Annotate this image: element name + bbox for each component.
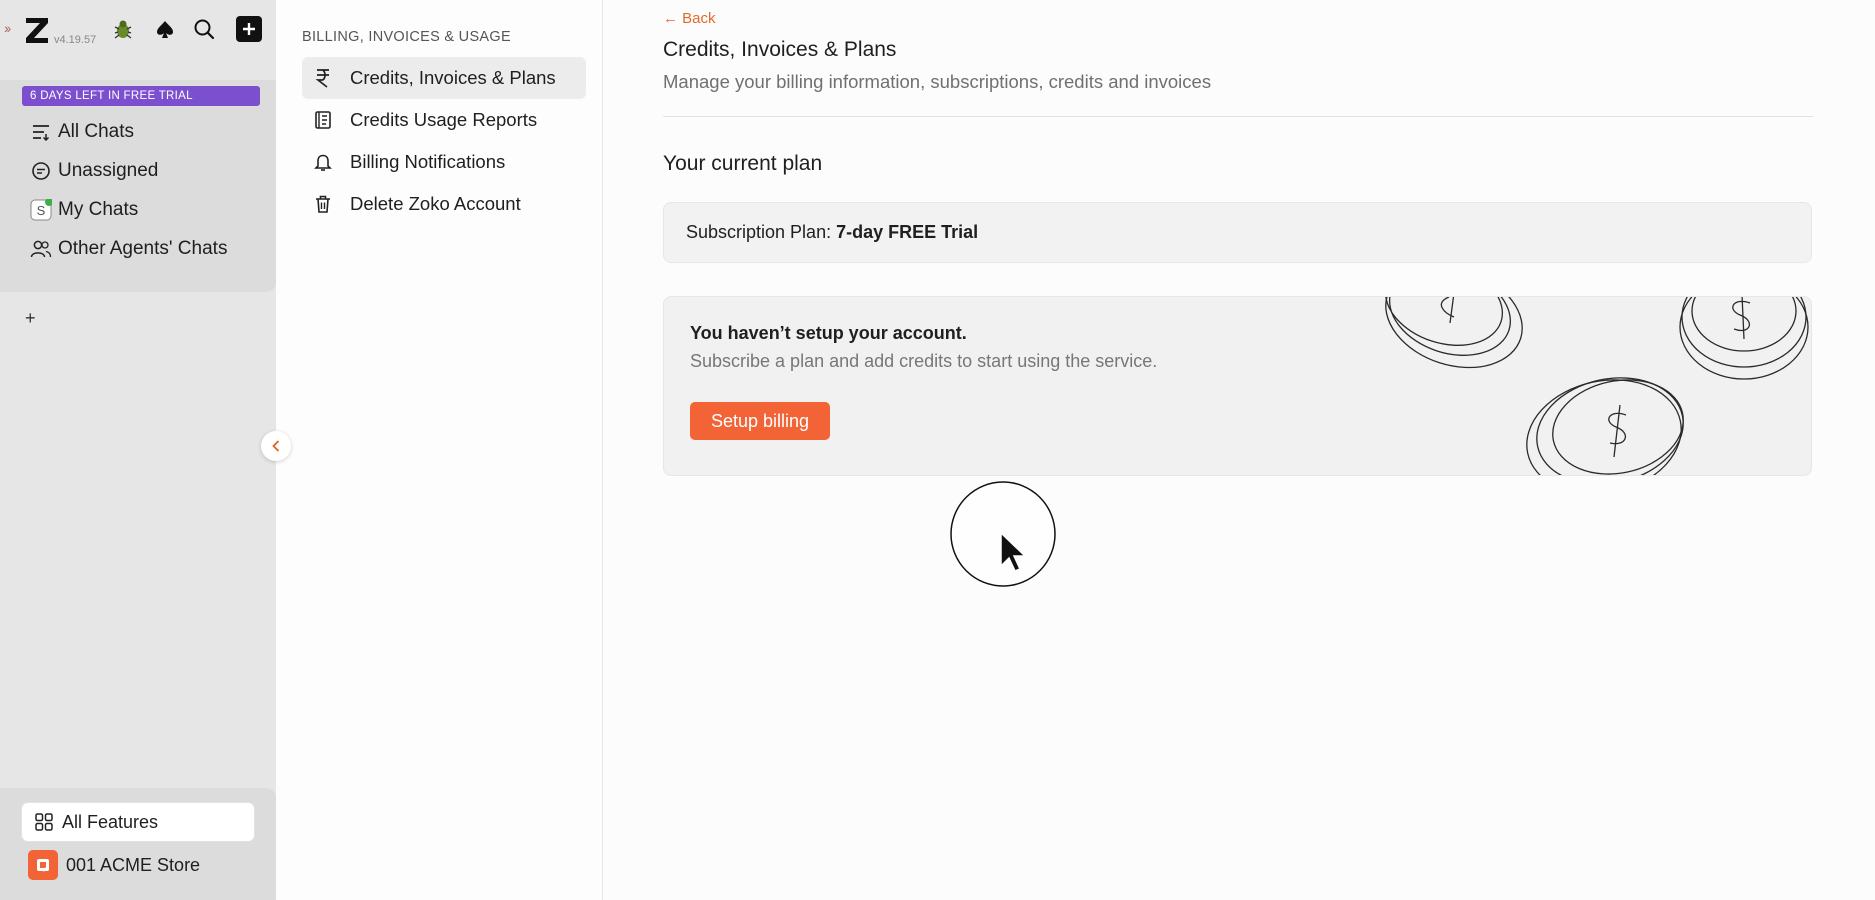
search-icon[interactable] <box>191 16 217 42</box>
settings-item-label: Delete Zoko Account <box>350 193 521 214</box>
rupee-icon <box>312 67 334 89</box>
plan-value: 7-day FREE Trial <box>836 222 979 242</box>
settings-item-billing-notifications[interactable]: Billing Notifications <box>302 141 586 183</box>
back-link[interactable]: ← Back <box>663 10 716 27</box>
new-chat-icon[interactable] <box>236 16 262 42</box>
spade-icon[interactable] <box>152 16 178 42</box>
nav-label: My Chats <box>58 199 139 220</box>
store-name: 001 ACME Store <box>66 854 201 875</box>
nav-label: All Chats <box>58 121 135 142</box>
nav-all-chats[interactable]: All Chats <box>30 118 134 146</box>
settings-item-label: Billing Notifications <box>350 151 506 172</box>
list-filter-icon <box>30 121 52 143</box>
setup-billing-button[interactable]: Setup billing <box>690 402 830 440</box>
page-subtitle: Manage your billing information, subscri… <box>663 71 1212 92</box>
subscription-plan-card: Subscription Plan: 7-day FREE Trial <box>663 202 1812 263</box>
zoko-logo-icon[interactable] <box>22 14 52 46</box>
settings-item-label: Credits Usage Reports <box>350 109 538 130</box>
nav-label: Unassigned <box>58 160 159 181</box>
s-badge-icon: S <box>30 199 52 221</box>
nav-unassigned[interactable]: Unassigned <box>30 157 158 185</box>
bug-icon[interactable] <box>110 16 136 42</box>
trash-icon <box>312 193 334 215</box>
add-view-button[interactable]: + <box>25 308 36 329</box>
settings-item-label: Credits, Invoices & Plans <box>350 67 556 88</box>
setup-heading: You haven’t setup your account. <box>690 323 967 343</box>
coins-illustration-icon <box>1384 297 1809 475</box>
plan-label: Subscription Plan: <box>686 222 832 242</box>
settings-item-credits-invoices-plans[interactable]: Credits, Invoices & Plans <box>302 57 586 99</box>
trial-banner[interactable]: 6 DAYS LEFT IN FREE TRIAL <box>22 86 260 106</box>
grid-icon <box>34 811 56 833</box>
left-sidebar: ›› v4.19.57 6 DAYS LEFT IN FREE TRIAL Al… <box>0 0 276 900</box>
settings-item-delete-zoko-account[interactable]: Delete Zoko Account <box>302 183 586 225</box>
settings-section-title: BILLING, INVOICES & USAGE <box>302 29 511 45</box>
store-switcher[interactable]: 001 ACME Store <box>28 850 200 880</box>
app-window: ›› v4.19.57 6 DAYS LEFT IN FREE TRIAL Al… <box>0 0 1875 900</box>
header-divider <box>663 116 1813 117</box>
chat-bubble-icon <box>30 160 52 182</box>
report-icon <box>312 109 334 131</box>
all-features-button[interactable]: All Features <box>22 803 254 841</box>
nav-other-agents-chats[interactable]: Other Agents' Chats <box>30 235 227 263</box>
bell-icon <box>312 151 334 173</box>
svg-text:S: S <box>37 203 46 218</box>
expand-icon[interactable]: ›› <box>4 20 11 36</box>
app-version: v4.19.57 <box>54 34 97 46</box>
all-features-label: All Features <box>62 811 159 832</box>
settings-item-credits-usage-reports[interactable]: Credits Usage Reports <box>302 99 586 141</box>
collapse-sidebar-button[interactable] <box>261 431 291 461</box>
current-plan-heading: Your current plan <box>663 152 823 175</box>
nav-label: Other Agents' Chats <box>58 238 228 259</box>
setup-account-card: You haven’t setup your account. Subscrib… <box>663 296 1812 476</box>
sidebar-header: ›› v4.19.57 <box>0 0 276 60</box>
setup-subtext: Subscribe a plan and add credits to star… <box>690 351 1158 371</box>
nav-my-chats[interactable]: S My Chats <box>30 196 138 224</box>
users-icon <box>30 238 52 260</box>
chevron-left-icon <box>272 440 280 452</box>
page-title: Credits, Invoices & Plans <box>663 38 897 61</box>
mouse-cursor-icon <box>950 481 1056 587</box>
store-icon <box>28 850 58 880</box>
